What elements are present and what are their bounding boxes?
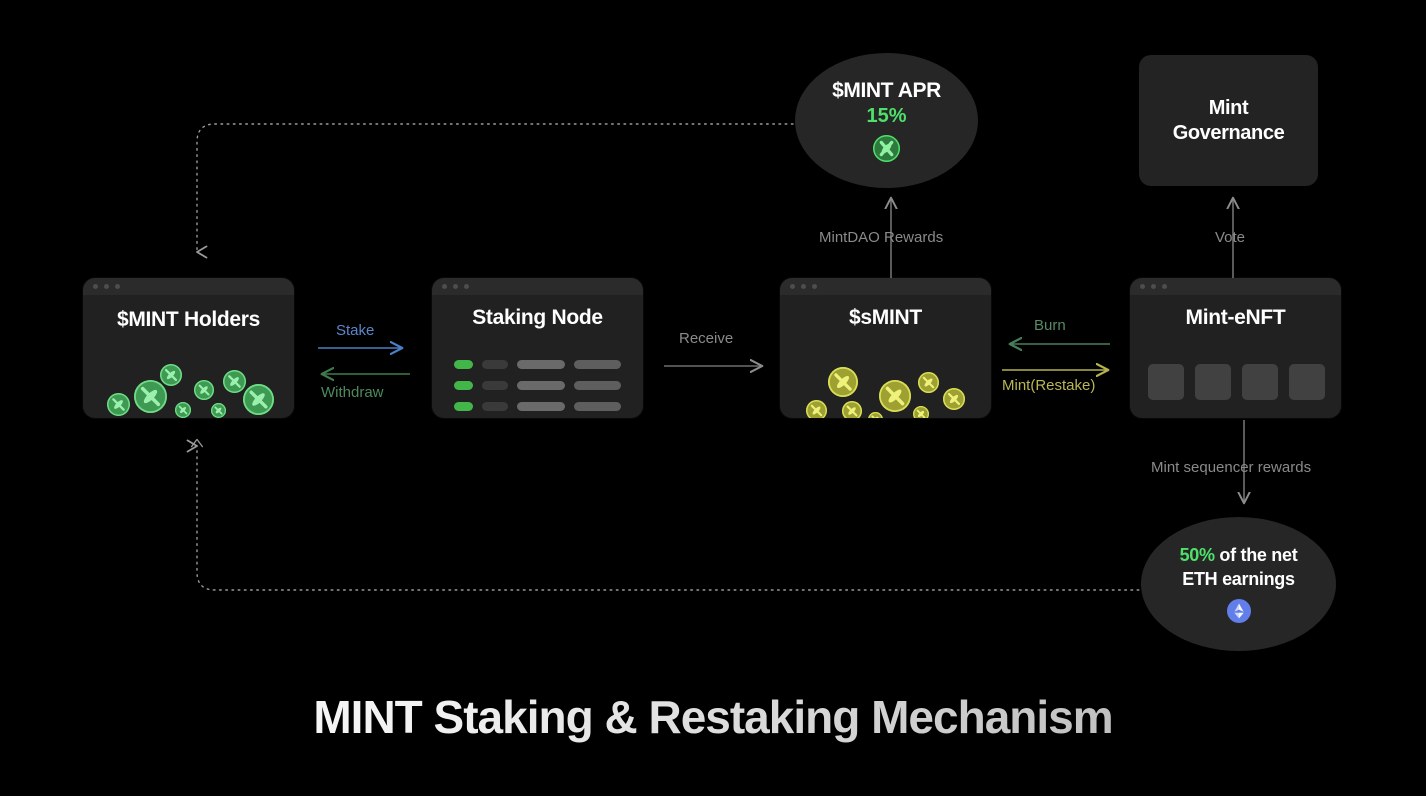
smint-coin-icon xyxy=(943,388,965,410)
eth-earnings-line2: ETH earnings xyxy=(1182,569,1295,589)
placeholder-bar xyxy=(481,402,509,411)
node-mint-holders[interactable]: $MINT Holders xyxy=(83,278,294,418)
node-mint-governance[interactable]: Mint Governance xyxy=(1139,55,1318,186)
smint-coin-icon xyxy=(806,400,827,418)
smint-coin-icon xyxy=(879,380,911,412)
window-dot-yellow xyxy=(801,284,806,289)
edge-label-receive: Receive xyxy=(679,330,734,347)
placeholder-bar xyxy=(517,360,566,369)
placeholder-bar xyxy=(574,381,621,390)
mint-token-icon xyxy=(873,135,900,162)
window-titlebar xyxy=(780,278,991,295)
mint-coin-icon xyxy=(107,393,130,416)
ethereum-icon xyxy=(1226,599,1251,623)
window-dot-red xyxy=(1140,284,1145,289)
mint-coin-icon xyxy=(175,402,191,418)
window-dot-green xyxy=(812,284,817,289)
window-dot-red xyxy=(790,284,795,289)
nft-thumbnail xyxy=(1148,364,1184,400)
edge-label-sequencer-rewards: Mint sequencer rewards xyxy=(1151,459,1312,476)
nft-thumbnail xyxy=(1242,364,1278,400)
eth-earnings-line1: 50% of the net xyxy=(1180,545,1298,566)
staking-node-row xyxy=(454,402,621,411)
status-pill xyxy=(454,360,473,369)
nft-thumbnail xyxy=(1195,364,1231,400)
edge-label-mintdao-rewards: MintDAO Rewards xyxy=(819,229,944,246)
smint-body: $sMINT xyxy=(780,306,991,418)
mint-enft-body: Mint-eNFT xyxy=(1130,306,1341,418)
smint-coin-icon xyxy=(842,401,862,418)
mint-apr-title: $MINT APR xyxy=(832,79,941,102)
edge-feedback-bottom-dotted xyxy=(186,439,1239,591)
edge-label-mint-restake: Mint(Restake) xyxy=(1002,377,1096,394)
staking-node-row xyxy=(454,381,621,390)
window-dot-yellow xyxy=(1151,284,1156,289)
smint-coin-icon xyxy=(828,367,858,397)
window-dot-red xyxy=(93,284,98,289)
edge-label-burn: Burn xyxy=(1034,317,1066,334)
window-titlebar xyxy=(83,278,294,295)
placeholder-bar xyxy=(574,402,621,411)
smint-coin-icon xyxy=(918,372,939,393)
window-titlebar xyxy=(432,278,643,295)
staking-node-body: Staking Node xyxy=(432,306,643,418)
mint-apr-value: 15% xyxy=(866,105,907,127)
placeholder-bar xyxy=(517,402,566,411)
mint-coin-icon xyxy=(160,364,182,386)
mint-coin-icon xyxy=(211,403,226,418)
node-smint[interactable]: $sMINT xyxy=(780,278,991,418)
diagram-canvas: Stake Withdraw Receive Burn Mint(Restake… xyxy=(0,0,1426,796)
smint-coin-icon xyxy=(868,412,883,418)
edge-label-withdraw: Withdraw xyxy=(321,384,384,401)
mint-enft-title: Mint-eNFT xyxy=(1185,306,1286,329)
page-title: MINT Staking & Restaking Mechanism xyxy=(0,690,1426,744)
eth-earnings-rest: of the net xyxy=(1214,545,1298,565)
edge-feedback-top-dotted xyxy=(196,123,887,259)
window-dot-red xyxy=(442,284,447,289)
placeholder-bar xyxy=(574,360,621,369)
placeholder-bar xyxy=(481,360,509,369)
nft-thumbnail xyxy=(1289,364,1325,400)
edge-feedback-bottom-arrowhead xyxy=(190,438,204,448)
smint-title: $sMINT xyxy=(849,306,922,329)
window-dot-yellow xyxy=(453,284,458,289)
staking-node-title: Staking Node xyxy=(472,306,603,329)
mint-holders-title: $MINT Holders xyxy=(116,308,261,331)
window-dot-green xyxy=(1162,284,1167,289)
edge-label-stake: Stake xyxy=(336,322,375,339)
status-pill xyxy=(454,402,473,411)
mint-governance-line1: Mint xyxy=(1208,96,1249,119)
window-dot-green xyxy=(115,284,120,289)
node-staking-node[interactable]: Staking Node xyxy=(432,278,643,418)
staking-node-rows xyxy=(454,360,621,418)
window-dot-green xyxy=(464,284,469,289)
window-titlebar xyxy=(1130,278,1341,295)
node-mint-enft[interactable]: Mint-eNFT xyxy=(1130,278,1341,418)
node-eth-earnings[interactable]: 50% of the net ETH earnings xyxy=(1141,517,1336,651)
mint-coin-icon xyxy=(243,384,274,415)
eth-earnings-percent: 50% xyxy=(1179,545,1215,565)
mint-governance-line2: Governance xyxy=(1172,121,1285,144)
staking-node-row xyxy=(454,360,621,369)
status-pill xyxy=(454,381,473,390)
mint-coin-icon xyxy=(194,380,214,400)
placeholder-bar xyxy=(481,381,509,390)
edge-label-vote: Vote xyxy=(1215,229,1246,246)
node-mint-apr[interactable]: $MINT APR 15% xyxy=(795,53,978,188)
nft-thumbnail-row xyxy=(1148,364,1325,400)
smint-coin-icon xyxy=(913,406,929,418)
placeholder-bar xyxy=(517,381,566,390)
mint-holders-body: $MINT Holders xyxy=(83,308,294,418)
window-dot-yellow xyxy=(104,284,109,289)
